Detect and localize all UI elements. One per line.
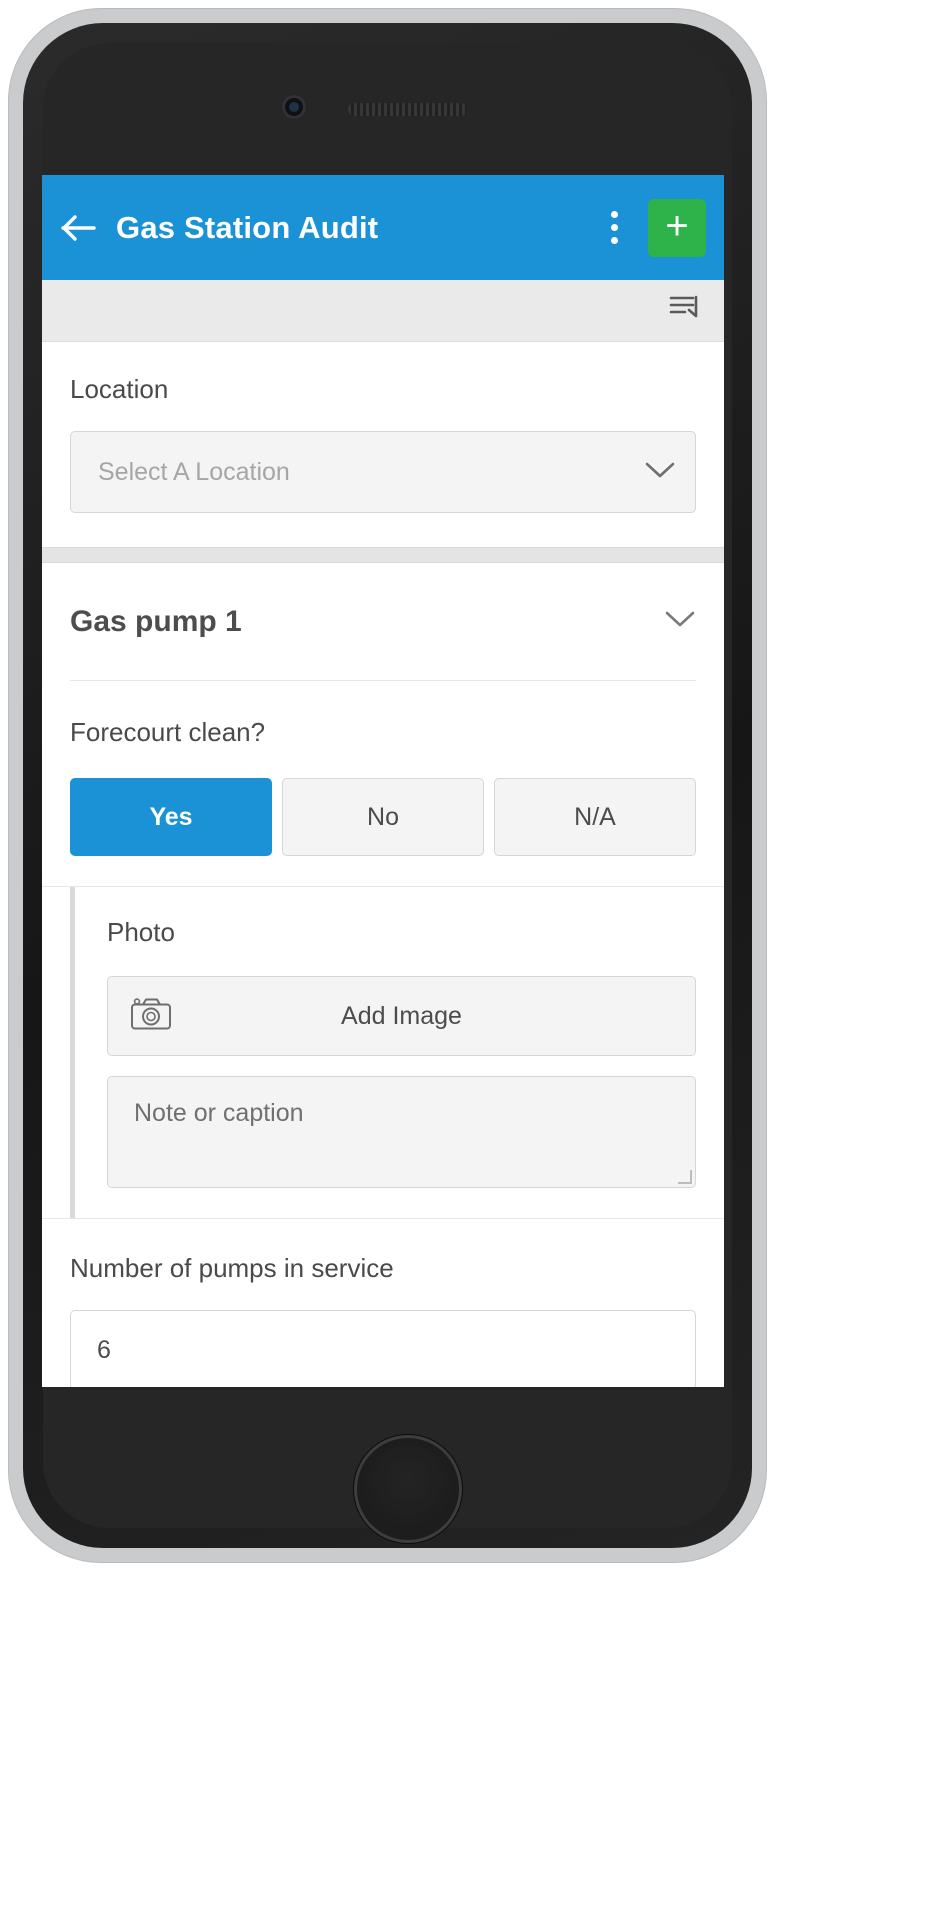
answer-option-na[interactable]: N/A: [494, 778, 696, 857]
pumps-label: Number of pumps in service: [70, 1253, 394, 1284]
answer-segmented-control: Yes No N/A: [70, 778, 696, 886]
location-label: Location: [70, 374, 169, 404]
more-vertical-icon-dot: [610, 237, 618, 244]
screenshot-root: Gas Station Audit + Location Select A Lo…: [0, 0, 946, 1920]
front-camera-icon: [282, 95, 306, 119]
add-image-button[interactable]: Add Image: [107, 976, 696, 1057]
location-card: Location Select A Location: [42, 342, 724, 514]
more-vertical-icon-dot: [610, 211, 618, 218]
section-header-gas-pump-1[interactable]: Gas pump 1: [70, 563, 696, 682]
answer-option-na-label: N/A: [574, 802, 616, 831]
pumps-field-block: Number of pumps in service 6: [42, 1218, 724, 1387]
list-reorder-icon[interactable]: [668, 292, 704, 329]
note-caption-input[interactable]: Note or caption: [107, 1076, 696, 1189]
app-screen: Gas Station Audit + Location Select A Lo…: [42, 175, 724, 1387]
back-button[interactable]: [42, 175, 116, 280]
photo-label: Photo: [107, 917, 175, 948]
add-image-label: Add Image: [341, 1001, 462, 1030]
more-vertical-icon-dot: [610, 224, 618, 231]
answer-option-yes[interactable]: Yes: [70, 778, 272, 857]
answer-option-no[interactable]: No: [282, 778, 484, 857]
section-title: Gas pump 1: [70, 604, 242, 638]
chevron-down-icon: [643, 459, 677, 486]
earpiece-speaker: [348, 103, 467, 116]
question-label: Forecourt clean?: [70, 717, 266, 748]
photo-block-inner: Photo Add Image Note or caption: [70, 887, 696, 1219]
note-caption-placeholder: Note or caption: [134, 1099, 304, 1128]
gas-pump-section: Gas pump 1 Forecourt clean? Yes No N/A: [42, 563, 724, 887]
location-select[interactable]: Select A Location: [70, 431, 696, 514]
location-select-placeholder: Select A Location: [98, 457, 290, 486]
home-button[interactable]: [354, 1435, 462, 1543]
section-divider: [42, 547, 724, 564]
sub-toolbar: [42, 280, 724, 342]
pumps-input[interactable]: 6: [70, 1310, 696, 1387]
answer-option-yes-label: Yes: [149, 802, 193, 831]
page-title: Gas Station Audit: [116, 210, 379, 245]
add-button[interactable]: +: [648, 198, 706, 257]
app-bar: Gas Station Audit +: [42, 175, 724, 280]
answer-option-no-label: No: [367, 802, 399, 831]
pumps-input-value: 6: [97, 1335, 111, 1364]
arrow-left-icon: [61, 213, 97, 243]
plus-icon: +: [665, 203, 689, 248]
photo-block: Photo Add Image Note or caption: [42, 886, 724, 1219]
overflow-menu-button[interactable]: [590, 175, 638, 280]
camera-icon: [130, 996, 176, 1037]
chevron-down-icon[interactable]: [664, 609, 696, 634]
